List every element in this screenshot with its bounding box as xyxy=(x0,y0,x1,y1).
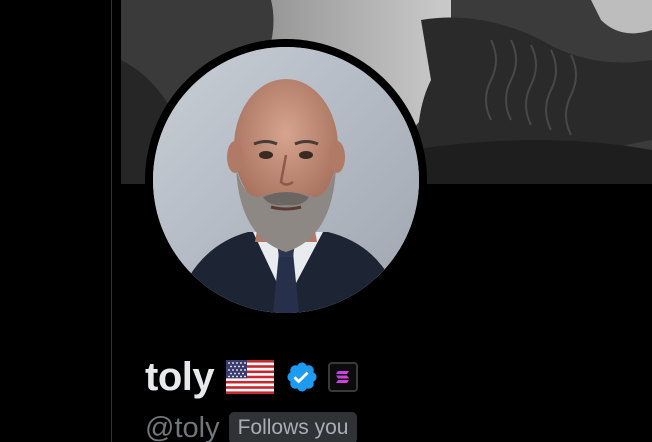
avatar[interactable] xyxy=(153,47,419,313)
solana-affiliate-icon[interactable] xyxy=(328,362,359,392)
left-navigation-rail xyxy=(0,0,111,442)
us-flag-icon xyxy=(226,360,275,394)
profile-name-row: toly xyxy=(145,352,359,402)
user-handle: @toly xyxy=(145,412,220,442)
profile-page: toly @toly Follows you xyxy=(0,0,652,442)
profile-handle-row: @toly Follows you xyxy=(145,408,358,442)
follows-you-badge: Follows you xyxy=(228,412,358,442)
display-name: toly xyxy=(145,355,215,399)
verified-check-icon[interactable] xyxy=(285,360,319,394)
column-divider xyxy=(111,0,112,442)
